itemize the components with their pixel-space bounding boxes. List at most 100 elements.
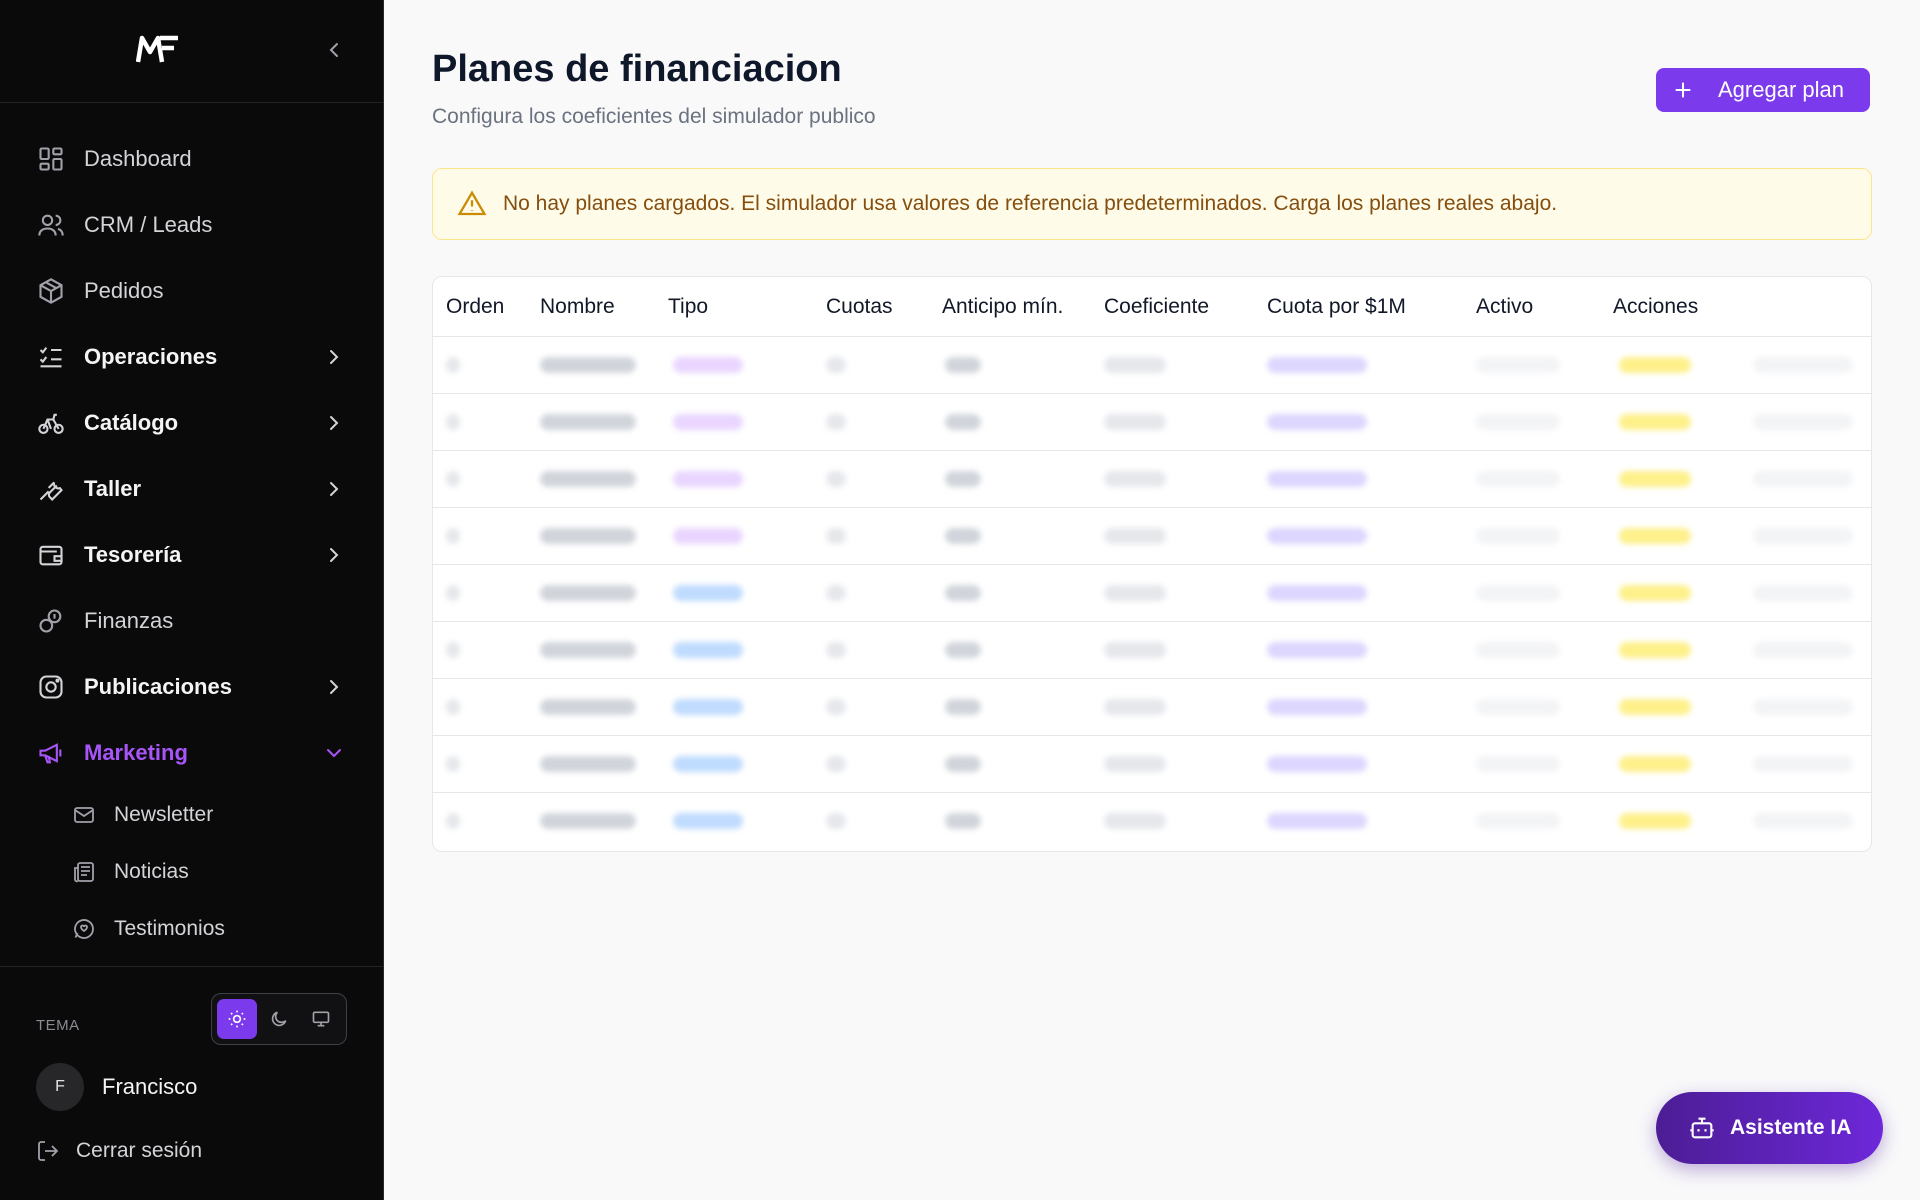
blurred-cell (673, 414, 743, 430)
blurred-cell (826, 642, 846, 658)
blurred-cell (1104, 357, 1166, 373)
newspaper-icon (72, 860, 96, 884)
sidebar-item-finanzas[interactable]: Finanzas (0, 588, 384, 654)
blurred-cell (673, 813, 743, 829)
list-checks-icon (36, 342, 66, 372)
theme-system-button[interactable] (301, 999, 341, 1039)
table-row[interactable] (433, 679, 1871, 736)
coins-icon (36, 606, 66, 636)
collapse-sidebar-icon[interactable] (322, 38, 346, 62)
moon-icon (271, 1011, 287, 1027)
column-header-acciones: Acciones (1613, 295, 1699, 318)
table-row[interactable] (433, 565, 1871, 622)
users-icon (36, 210, 66, 240)
logout-label: Cerrar sesión (76, 1139, 203, 1162)
table-row[interactable] (433, 451, 1871, 508)
sidebar-item-label: CRM / Leads (84, 212, 213, 237)
sidebar-item-crm-leads[interactable]: CRM / Leads (0, 192, 384, 258)
theme-light-button[interactable] (217, 999, 257, 1039)
brand-logo[interactable] (136, 34, 180, 66)
column-header-cuota-1m: Cuota por $1M (1267, 295, 1406, 318)
sidebar-item-label: Pedidos (84, 278, 164, 303)
sidebar-item-label: Taller (84, 476, 142, 501)
column-header-orden: Orden (446, 295, 505, 318)
sidebar-item-label: Publicaciones (84, 674, 232, 699)
sidebar-item-dashboard[interactable]: Dashboard (0, 126, 384, 192)
blurred-cell (1476, 813, 1560, 829)
table-row[interactable] (433, 793, 1871, 850)
blurred-cell (673, 357, 743, 373)
sidebar-item-tesoreria[interactable]: Tesorería (0, 522, 384, 588)
blurred-cell (1476, 642, 1560, 658)
logout-button[interactable]: Cerrar sesión (36, 1139, 202, 1163)
blurred-cell (1476, 414, 1560, 430)
blurred-cell (1619, 357, 1691, 373)
blurred-cell (1753, 699, 1853, 715)
blurred-cell (945, 699, 981, 715)
sidebar-subitem-testimonios[interactable]: Testimonios (0, 900, 384, 957)
blurred-cell (1753, 414, 1853, 430)
column-header-anticipo: Anticipo mín. (942, 295, 1064, 318)
blurred-cell (1753, 528, 1853, 544)
table-row[interactable] (433, 508, 1871, 565)
blurred-cell (1104, 414, 1166, 430)
message-circle-icon (72, 917, 96, 941)
blurred-cell (1619, 414, 1691, 430)
blurred-cell (1619, 699, 1691, 715)
avatar: F (36, 1063, 84, 1111)
bot-icon (1690, 1117, 1714, 1139)
blurred-cell (1619, 585, 1691, 601)
blurred-cell (945, 528, 981, 544)
blurred-cell (945, 585, 981, 601)
chevron-right-icon (330, 416, 339, 430)
sidebar-subitem-newsletter[interactable]: Newsletter (0, 786, 384, 843)
blurred-cell (1104, 699, 1166, 715)
sidebar-item-label: Operaciones (84, 344, 218, 369)
sidebar-item-pedidos[interactable]: Pedidos (0, 258, 384, 324)
plans-table: Orden Nombre Tipo Cuotas Anticipo mín. C… (432, 276, 1872, 852)
page-subtitle: Configura los coeficientes del simulador… (432, 105, 876, 128)
user-name: Francisco (102, 1074, 198, 1099)
blurred-cell (1753, 585, 1853, 601)
blurred-cell (1104, 642, 1166, 658)
blurred-cell (673, 756, 743, 772)
sidebar-subitem-label: Testimonios (114, 916, 225, 940)
sidebar-item-label: Marketing (84, 740, 188, 765)
blurred-cell (826, 414, 846, 430)
chevron-right-icon (330, 482, 339, 496)
user-profile[interactable]: F Francisco (36, 1063, 197, 1111)
blurred-cell (945, 414, 981, 430)
sidebar-item-catalogo[interactable]: Catálogo (0, 390, 384, 456)
blurred-cell (945, 756, 981, 772)
sidebar-item-marketing[interactable]: Marketing (0, 720, 384, 786)
blurred-cell (1619, 756, 1691, 772)
table-row[interactable] (433, 337, 1871, 394)
sidebar-item-taller[interactable]: Taller (0, 456, 384, 522)
table-row[interactable] (433, 394, 1871, 451)
ai-assistant-button[interactable]: Asistente IA (1656, 1092, 1883, 1164)
column-header-tipo: Tipo (668, 295, 709, 318)
mail-icon (72, 803, 96, 827)
page-title: Planes de financiacion (432, 48, 842, 90)
sidebar-item-publicaciones[interactable]: Publicaciones (0, 654, 384, 720)
sidebar-item-operaciones[interactable]: Operaciones (0, 324, 384, 390)
blurred-cell (673, 585, 743, 601)
blurred-cell (1267, 813, 1367, 829)
blurred-cell (1104, 813, 1166, 829)
blurred-cell (540, 642, 636, 658)
blurred-cell (540, 813, 636, 829)
blurred-cell (1267, 642, 1367, 658)
chevron-right-icon (330, 680, 339, 694)
blurred-cell (945, 357, 981, 373)
table-row[interactable] (433, 622, 1871, 679)
blurred-cell (1476, 357, 1560, 373)
sidebar-subitem-noticias[interactable]: Noticias (0, 843, 384, 900)
table-row[interactable] (433, 736, 1871, 793)
empty-plans-alert: No hay planes cargados. El simulador usa… (432, 168, 1872, 240)
theme-dark-button[interactable] (259, 999, 299, 1039)
blurred-cell (446, 699, 460, 715)
add-plan-button[interactable]: Agregar plan (1656, 68, 1870, 112)
monitor-icon (312, 1011, 330, 1027)
warning-icon (457, 190, 487, 216)
column-header-activo: Activo (1476, 295, 1534, 318)
